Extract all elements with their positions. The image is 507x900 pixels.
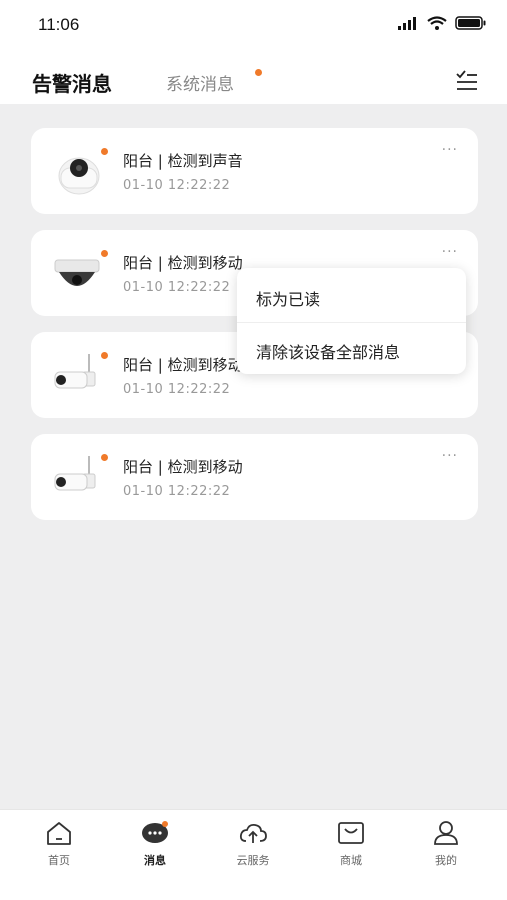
more-options-button[interactable]: ··· xyxy=(442,448,458,464)
unread-dot xyxy=(101,352,108,359)
status-icons xyxy=(397,16,487,30)
message-card[interactable]: 阳台 | 检测到声音 01-10 12:22:22 ··· xyxy=(31,128,478,214)
message-time: 01-10 12:22:22 xyxy=(123,382,231,397)
message-title: 阳台 | 检测到移动 xyxy=(123,254,243,272)
message-icon xyxy=(142,821,168,843)
status-bar: 11:06 xyxy=(0,0,507,52)
header: 告警消息 系统消息 xyxy=(0,52,507,104)
unread-dot xyxy=(101,454,108,461)
unread-dot xyxy=(101,148,108,155)
bullet-camera-icon xyxy=(54,456,96,491)
tab-cloud-service[interactable]: 云服务 xyxy=(213,820,293,868)
tab-label: 云服务 xyxy=(236,854,270,867)
home-icon xyxy=(47,822,71,845)
tab-system-messages[interactable]: 系统消息 xyxy=(166,70,234,95)
menu-divider xyxy=(237,322,466,323)
unread-dot xyxy=(255,69,262,76)
signal-icon xyxy=(398,17,416,30)
more-options-button[interactable]: ··· xyxy=(442,142,458,158)
tab-home[interactable]: 首页 xyxy=(19,820,99,868)
tab-label: 商城 xyxy=(340,854,362,867)
wifi-icon xyxy=(427,16,447,30)
mark-all-read-icon[interactable] xyxy=(455,70,479,92)
status-time: 11:06 xyxy=(38,15,80,34)
tab-messages[interactable]: 消息 xyxy=(115,820,195,868)
tab-profile[interactable]: 我的 xyxy=(406,820,486,868)
mark-read-menu-item[interactable]: 标为已读 xyxy=(256,286,320,310)
more-options-button[interactable]: ··· xyxy=(442,244,458,260)
unread-dot xyxy=(101,250,108,257)
message-time: 01-10 12:22:22 xyxy=(123,280,231,295)
message-time: 01-10 12:22:22 xyxy=(123,178,231,193)
shop-icon xyxy=(338,822,364,844)
message-title: 阳台 | 检测到移动 xyxy=(123,356,241,374)
bottom-tab-bar: 首页 消息 云服务 商城 我的 xyxy=(0,809,507,900)
message-title: 阳台 | 检测到声音 xyxy=(123,152,243,170)
profile-icon xyxy=(434,821,458,845)
tab-label: 首页 xyxy=(48,854,70,867)
cloud-icon xyxy=(239,823,267,843)
tab-label: 消息 xyxy=(144,854,166,867)
clear-device-messages-menu-item[interactable]: 清除该设备全部消息 xyxy=(256,339,400,363)
ceiling-dome-camera-icon xyxy=(54,259,100,286)
message-card[interactable]: 阳台 | 检测到移动 01-10 12:22:22 ··· xyxy=(31,434,478,520)
battery-icon xyxy=(455,16,486,30)
message-time: 01-10 12:22:22 xyxy=(123,484,231,499)
tab-label: 我的 xyxy=(435,854,457,867)
dome-camera-icon xyxy=(58,157,100,195)
bullet-camera-icon xyxy=(54,354,96,389)
tab-alert-messages[interactable]: 告警消息 xyxy=(32,68,112,97)
options-popup-menu: 标为已读 清除该设备全部消息 xyxy=(237,268,466,374)
tab-shop[interactable]: 商城 xyxy=(311,820,391,868)
message-title: 阳台 | 检测到移动 xyxy=(123,458,243,476)
